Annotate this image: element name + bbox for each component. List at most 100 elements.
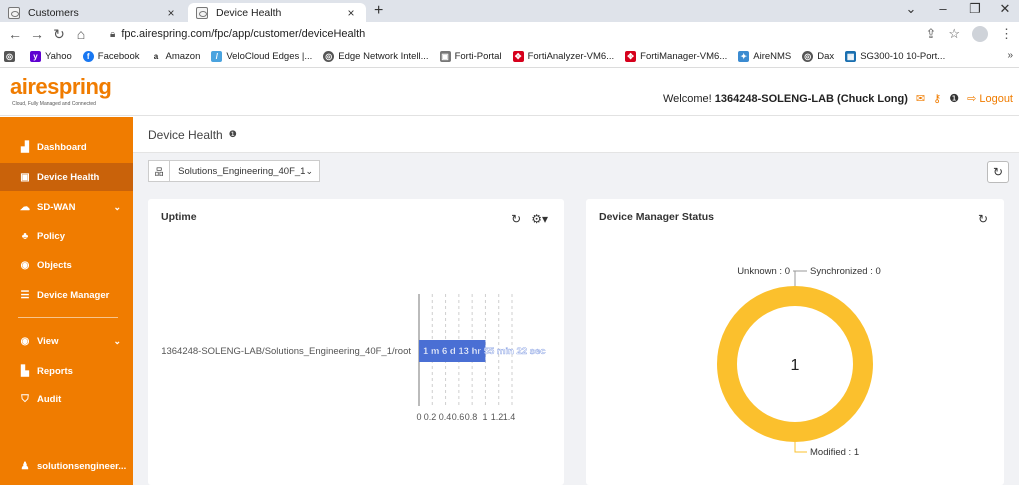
y-category-label: 1364248-SOLENG-LAB/Solutions_Engineering… (161, 346, 411, 357)
refresh-button[interactable]: ↻ (987, 161, 1009, 183)
url-field[interactable]: fpc.airespring.com/fpc/app/customer/devi… (121, 28, 365, 40)
window-close-icon[interactable]: ✕ (991, 1, 1019, 17)
sidebar-item-dashboard[interactable]: ▟ Dashboard (0, 133, 133, 161)
bookmark-item[interactable]: ◎ Edge Network Intell... (323, 51, 429, 62)
bookmark-item[interactable]: ✦ AireNMS (738, 51, 791, 62)
sidebar-item-label: Policy (37, 230, 65, 242)
sidebar-item-label: SD-WAN (37, 201, 76, 213)
sidebar-item-user-account[interactable]: ♟ solutionsengineer... (0, 452, 133, 480)
sidebar-item-label: Objects (37, 259, 72, 271)
profile-avatar-icon[interactable] (972, 26, 988, 42)
welcome-text: Welcome! 1364248-SOLENG-LAB (Chuck Long) (663, 93, 908, 105)
bookmark-item[interactable]: / VeloCloud Edges |... (211, 51, 312, 62)
logout-link[interactable]: ⇨ Logout (967, 92, 1013, 105)
bar-data-label: 1 m 6 d 13 hr 55 min 22 sec (423, 346, 546, 357)
forward-arrow-icon[interactable]: → (26, 26, 48, 42)
sidebar-item-audit[interactable]: ⛉ Audit (0, 385, 133, 413)
leader-line (794, 442, 807, 453)
bookmark-star-icon[interactable]: ☆ (948, 26, 960, 42)
tab-list-chevron-icon[interactable]: ⌄ (897, 1, 925, 17)
sidebar-item-device-manager[interactable]: ☰ Device Manager (0, 281, 133, 309)
envelope-icon[interactable]: ✉ (916, 92, 925, 105)
bookmark-item[interactable]: y Yahoo (30, 51, 72, 62)
bookmark-label: SG300-10 10-Port... (860, 51, 946, 62)
bookmark-label: AireNMS (753, 51, 792, 62)
donut-center-value: 1 (791, 357, 800, 374)
address-bar: ← → ↻ ⌂ 🔒︎ fpc.airespring.com/fpc/app/cu… (0, 22, 1019, 46)
close-icon[interactable]: × (164, 6, 178, 20)
sidebar-item-label: Reports (37, 365, 73, 377)
page-header: Device Health ❶ (133, 117, 1019, 153)
welcome-user: 1364248-SOLENG-LAB (Chuck Long) (714, 92, 908, 105)
uptime-card: Uptime ↻ ⚙▾ 0 0.2 0.4 0.6 0.8 1 1.2 1.4 1364248-… (148, 199, 564, 485)
objects-icon: ◉ (20, 259, 30, 271)
sidebar-item-label: Dashboard (37, 141, 87, 153)
sidebar: ▟ Dashboard ▣ Device Health ☁ SD-WAN ⌄ ♣ Poli… (0, 117, 133, 485)
bookmark-item[interactable]: ✥ FortiAnalyzer-VM6... (512, 51, 615, 62)
bookmark-item[interactable]: ✥ FortiManager-VM6... (625, 51, 727, 62)
users-icon: ♣ (21, 230, 29, 242)
airespring-logo[interactable]: airespring Cloud, Fully Managed and Conn… (10, 74, 122, 112)
sidebar-item-view[interactable]: ◉ View ⌄ (0, 327, 133, 355)
close-icon[interactable]: × (344, 6, 358, 20)
new-tab-button[interactable]: + (374, 2, 383, 20)
bookmark-label: Forti-Portal (454, 51, 502, 62)
sidebar-item-sd-wan[interactable]: ☁ SD-WAN ⌄ (0, 193, 133, 221)
bookmark-label: FortiManager-VM6... (640, 51, 728, 62)
share-icon[interactable]: ⇪ (925, 26, 936, 42)
minimize-icon[interactable]: – (929, 1, 957, 16)
bookmark-label: Amazon (165, 51, 201, 62)
browser-menu-icon[interactable]: ⋮ (1000, 26, 1013, 42)
sidebar-item-device-health[interactable]: ▣ Device Health (0, 163, 133, 191)
device-select-value: Solutions_Engineering_40F_1 (178, 165, 306, 177)
leader-line (793, 270, 796, 286)
x-tick-label: 0.2 (424, 412, 437, 422)
restore-icon[interactable]: ❐ (961, 1, 989, 17)
bookmark-item[interactable]: ▦ SG300-10 10-Port... (845, 51, 945, 62)
chevron-down-icon: ⌄ (305, 165, 313, 176)
bookmarks-overflow-icon[interactable]: » (1007, 50, 1013, 61)
sidebar-item-objects[interactable]: ◉ Objects (0, 251, 133, 279)
back-arrow-icon[interactable]: ← (4, 26, 26, 42)
chevron-down-icon: ⌄ (113, 201, 121, 212)
info-icon[interactable]: ❶ (949, 92, 959, 105)
main-content: Device Health ❶ 品 Solutions_Engineering_… (133, 117, 1019, 485)
key-icon[interactable]: ⚷ (933, 92, 941, 105)
bookmark-label: Facebook (97, 51, 140, 62)
bookmark-label: Edge Network Intell... (338, 51, 429, 62)
bookmark-item[interactable]: ▣ Forti-Portal (439, 51, 502, 62)
brand-name: airespring (10, 74, 112, 99)
bookmark-apps[interactable]: ◎ (4, 51, 19, 62)
tab-device-health[interactable]: Device Health × (188, 3, 366, 22)
bookmarks-bar: ◎ y Yahoo f Facebook a Amazon / VeloCloud Ed… (0, 46, 1019, 68)
info-icon[interactable]: ❶ (229, 129, 237, 140)
tab-title: Device Health (216, 6, 282, 19)
chevron-down-icon: ⌄ (113, 335, 121, 346)
bookmark-label: VeloCloud Edges |... (226, 51, 313, 62)
tab-customers[interactable]: Customers × (0, 3, 186, 22)
logout-icon: ⇨ (967, 93, 977, 105)
chart-icon: ▟ (21, 141, 29, 153)
globe-icon: ◎ (802, 51, 814, 62)
eye-icon: ◉ (20, 335, 30, 347)
fortinet-icon: ✥ (512, 51, 524, 62)
bookmark-item[interactable]: a Amazon (150, 51, 201, 62)
device-manager-status-card: Device Manager Status ↻ 1 Unknown : 0 Sync… (586, 199, 1004, 485)
bookmark-label: FortiAnalyzer-VM6... (527, 51, 615, 62)
sidebar-item-reports[interactable]: ▙ Reports (0, 357, 133, 385)
sidebar-divider (18, 317, 118, 318)
x-tick-label: 0.8 (465, 412, 478, 422)
cisco-icon: ▦ (845, 51, 857, 62)
sidebar-item-policy[interactable]: ♣ Policy (0, 222, 133, 250)
device-select[interactable]: 品 Solutions_Engineering_40F_1 ⌄ (148, 160, 320, 182)
sitemap-icon: 品 (149, 161, 171, 181)
reload-icon[interactable]: ↻ (48, 26, 70, 43)
tab-title: Customers (28, 6, 79, 19)
lock-icon[interactable]: 🔒︎ (110, 29, 115, 40)
bookmark-item[interactable]: f Facebook (82, 51, 140, 62)
globe-icon: ◎ (323, 51, 335, 62)
home-icon[interactable]: ⌂ (70, 26, 92, 42)
file-icon: ▙ (21, 365, 29, 377)
bookmark-item[interactable]: ◎ Dax (802, 51, 834, 62)
x-tick-label: 0 (416, 412, 421, 422)
